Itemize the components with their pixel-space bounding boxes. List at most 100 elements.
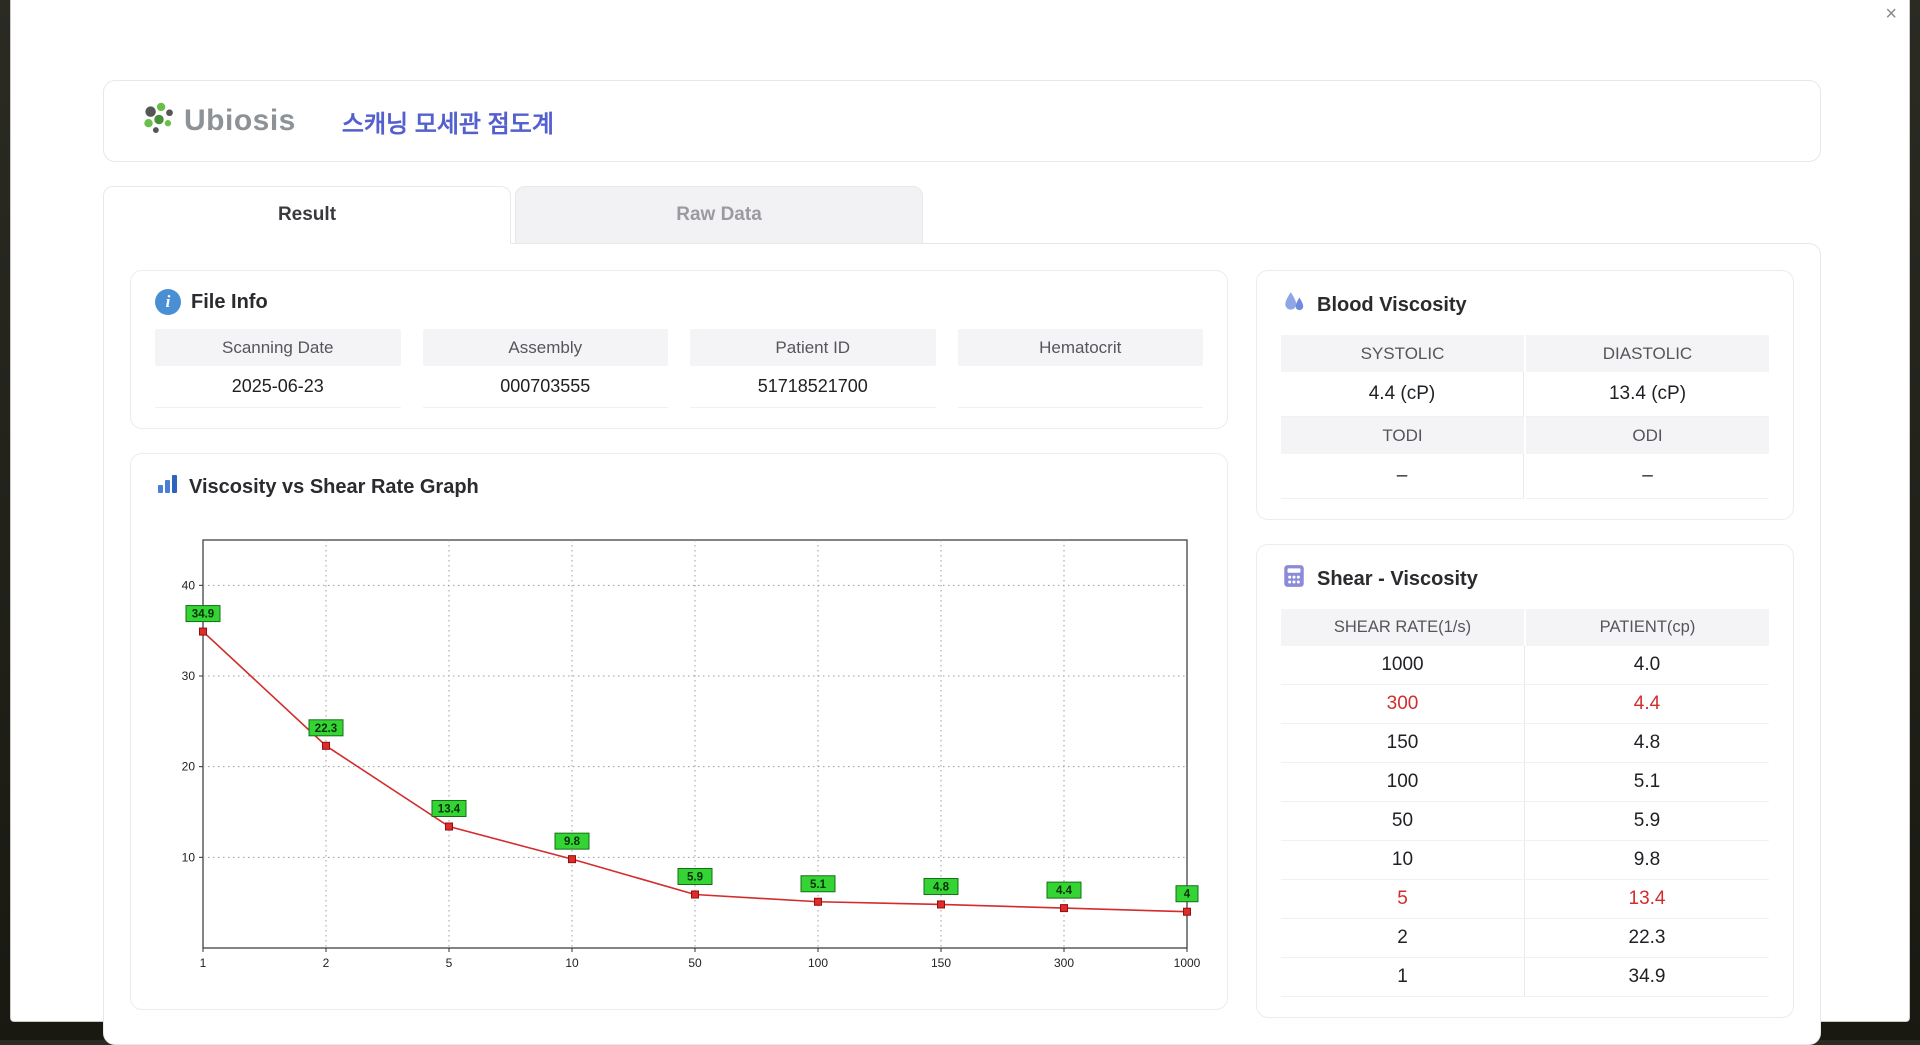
table-row: 150 4.8 [1281,724,1769,763]
patient-id-value: 51718521700 [690,366,936,408]
svg-text:50: 50 [688,956,702,970]
svg-text:9.8: 9.8 [564,836,581,848]
svg-text:150: 150 [931,956,951,970]
svg-text:13.4: 13.4 [438,804,461,816]
bv-value-row: – – [1281,454,1769,499]
file-info-header: Patient ID [690,329,936,366]
shear-table-header: SHEAR RATE(1/s) PATIENT(cp) [1281,609,1769,646]
diastolic-value: 13.4 (cP) [1526,372,1769,417]
file-info-title: File Info [191,290,268,313]
result-panel: i File Info Scanning Date Assembly Patie… [103,243,1821,1045]
svg-text:5.9: 5.9 [687,872,703,884]
svg-text:100: 100 [808,956,828,970]
graph-title-row: Viscosity vs Shear Rate Graph [155,472,1203,502]
table-row: 1 34.9 [1281,958,1769,997]
viscosity-shear-chart: 10 20 30 40 1 2 5 10 50 100 150 300 1000 34.9 22.3 13.4… [155,516,1203,989]
calculator-icon [1281,563,1307,595]
todi-header: TODI [1281,417,1524,454]
scanning-date-value: 2025-06-23 [155,366,401,408]
tab-result[interactable]: Result [103,186,511,244]
diastolic-header: DIASTOLIC [1526,335,1769,372]
shear-rate-column-header: SHEAR RATE(1/s) [1281,609,1524,646]
svg-text:34.9: 34.9 [192,609,214,621]
svg-text:5: 5 [446,956,453,970]
shear-rate-cell: 5 [1281,880,1525,918]
tab-bar: Result Raw Data [103,186,1821,244]
todi-value: – [1281,454,1524,499]
file-info-header: Hematocrit [957,329,1203,366]
bar-chart-icon [155,472,179,502]
systolic-header: SYSTOLIC [1281,335,1524,372]
shear-viscosity-title-row: Shear - Viscosity [1281,563,1769,595]
assembly-value: 000703555 [422,366,668,408]
bv-header-row: TODI ODI [1281,417,1769,454]
patient-cell: 5.1 [1633,771,1661,792]
hematocrit-value [957,366,1203,408]
water-drops-icon [1281,289,1307,321]
shear-rate-cell: 100 [1281,763,1525,801]
patient-cell: 22.3 [1628,927,1666,948]
shear-rate-cell: 50 [1281,802,1525,840]
table-row: 5 13.4 [1281,880,1769,919]
svg-text:300: 300 [1054,956,1074,970]
patient-cell: 4.0 [1633,654,1661,675]
patient-cell: 34.9 [1628,966,1666,987]
svg-text:1: 1 [200,956,207,970]
left-column: i File Info Scanning Date Assembly Patie… [130,270,1228,1018]
patient-cell: 5.9 [1633,810,1661,831]
svg-text:10: 10 [565,956,579,970]
graph-panel: Viscosity vs Shear Rate Graph 10 20 30 40 1 2… [130,453,1228,1010]
shear-rate-cell: 2 [1281,919,1525,957]
svg-text:2: 2 [323,956,330,970]
shear-rate-cell: 1 [1281,958,1525,996]
table-row: 300 4.4 [1281,685,1769,724]
table-row: 1000 4.0 [1281,646,1769,685]
shear-viscosity-title: Shear - Viscosity [1317,567,1478,590]
svg-text:40: 40 [182,578,196,592]
svg-text:4: 4 [1184,889,1191,901]
blood-viscosity-table: SYSTOLIC DIASTOLIC 4.4 (cP) 13.4 (cP) TO… [1281,335,1769,499]
table-row: 100 5.1 [1281,763,1769,802]
svg-text:30: 30 [182,669,196,683]
file-info-values: 2025-06-23 000703555 51718521700 [155,366,1203,408]
patient-cell: 4.8 [1633,732,1661,753]
svg-text:4.4: 4.4 [1056,885,1073,897]
svg-text:20: 20 [182,760,196,774]
shear-rate-cell: 10 [1281,841,1525,879]
file-info-title-row: i File Info [155,289,1203,315]
blood-viscosity-title: Blood Viscosity [1317,293,1467,316]
page-content: Ubiosis 스캐닝 모세관 점도계 Result Raw Data i Fi… [103,80,1821,1045]
tab-raw-data[interactable]: Raw Data [515,186,923,244]
file-info-headers: Scanning Date Assembly Patient ID Hemato… [155,329,1203,366]
svg-text:1000: 1000 [1174,956,1201,970]
shear-rate-cell: 300 [1281,685,1525,723]
app-window: × Ubiosis 스캐닝 모세관 점도계 Result Raw Data i … [10,0,1910,1045]
app-title: 스캐닝 모세관 점도계 [341,110,554,138]
patient-cell: 4.4 [1633,693,1661,714]
graph-title: Viscosity vs Shear Rate Graph [189,475,479,498]
patient-cell: 9.8 [1633,849,1661,870]
svg-text:10: 10 [182,850,196,864]
svg-text:22.3: 22.3 [315,723,337,735]
ubiosis-logo-icon [138,98,180,145]
ubiosis-logo: Ubiosis [138,98,296,145]
file-info-header: Assembly [422,329,668,366]
file-info-header: Scanning Date [155,329,401,366]
file-info-panel: i File Info Scanning Date Assembly Patie… [130,270,1228,429]
close-icon[interactable]: × [1885,4,1897,24]
svg-text:5.1: 5.1 [810,879,827,891]
systolic-value: 4.4 (cP) [1281,372,1524,417]
svg-text:4.8: 4.8 [933,881,950,893]
patient-cell: 13.4 [1628,888,1666,909]
table-row: 50 5.9 [1281,802,1769,841]
odi-value: – [1526,454,1769,499]
table-row: 10 9.8 [1281,841,1769,880]
shear-rate-cell: 1000 [1281,646,1525,684]
right-column: Blood Viscosity SYSTOLIC DIASTOLIC 4.4 (… [1256,270,1794,1018]
bv-value-row: 4.4 (cP) 13.4 (cP) [1281,372,1769,417]
bv-header-row: SYSTOLIC DIASTOLIC [1281,335,1769,372]
patient-column-header: PATIENT(cp) [1526,609,1769,646]
table-row: 2 22.3 [1281,919,1769,958]
shear-rate-cell: 150 [1281,724,1525,762]
odi-header: ODI [1526,417,1769,454]
